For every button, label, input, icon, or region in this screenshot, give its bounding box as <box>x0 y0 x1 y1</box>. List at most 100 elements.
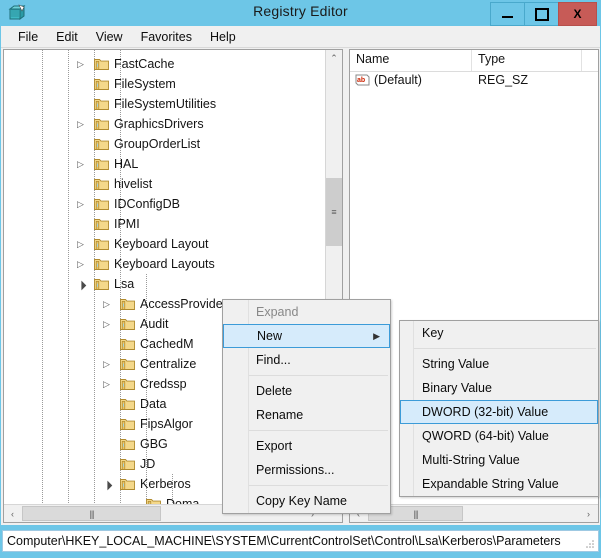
tree-item-label: Lsa <box>114 277 135 291</box>
tree-expand-arrow-icon[interactable]: ▷ <box>77 239 87 249</box>
tree-expand-arrow-icon[interactable]: ▷ <box>103 359 113 369</box>
tree-expand-arrow-icon[interactable]: ▷ <box>103 299 113 309</box>
column-header-name[interactable]: Name <box>350 50 472 71</box>
scroll-up-button[interactable]: ⌃ <box>326 50 342 67</box>
status-bar: Computer\HKEY_LOCAL_MACHINE\SYSTEM\Curre… <box>2 530 599 552</box>
menu-edit[interactable]: Edit <box>47 28 87 46</box>
menu-separator <box>249 430 388 431</box>
tree-item-label: AccessProviders <box>140 297 234 311</box>
folder-icon <box>94 117 109 130</box>
folder-icon <box>94 257 109 270</box>
context-menu-item-delete[interactable]: Delete <box>223 379 390 403</box>
tree-scroll-thumb[interactable]: ≡ <box>326 178 342 246</box>
client-area: ▷ FastCache FileSystem FileSystemUtilities ▷… <box>1 48 600 525</box>
folder-icon <box>94 277 109 290</box>
context-menu-item-copy-key-name[interactable]: Copy Key Name <box>223 489 390 513</box>
context-menu-item-permissions[interactable]: Permissions... <box>223 458 390 482</box>
tree-item-label: JD <box>140 457 156 471</box>
submenu-item-dword-32bit-value[interactable]: DWORD (32-bit) Value <box>400 400 598 424</box>
tree-item-filesystemutilities[interactable]: FileSystemUtilities <box>4 94 326 114</box>
tree-item-label: Kerberos <box>140 477 191 491</box>
value-name-cell: (Default) <box>374 73 422 87</box>
tree-expand-arrow-icon[interactable]: ▷ <box>103 319 113 329</box>
tree-item-graphicsdrivers[interactable]: ▷ GraphicsDrivers <box>4 114 326 134</box>
submenu-item-binary-value[interactable]: Binary Value <box>400 376 598 400</box>
context-menu-item-find[interactable]: Find... <box>223 348 390 372</box>
new-submenu: Key String Value Binary Value DWORD (32-… <box>399 320 599 497</box>
tree-expand-arrow-icon[interactable]: ▷ <box>77 159 87 169</box>
tree-item-fastcache[interactable]: ▷ FastCache <box>4 54 326 74</box>
context-menu-item-expand: Expand <box>256 305 299 319</box>
context-menu-item-export[interactable]: Export <box>223 434 390 458</box>
submenu-item-string-value[interactable]: String Value <box>400 352 598 376</box>
menu-separator <box>414 348 596 349</box>
tree-item-label: Keyboard Layout <box>114 237 209 251</box>
tree-item-grouporderlist[interactable]: GroupOrderList <box>4 134 326 154</box>
folder-icon <box>94 237 109 250</box>
tree-collapse-arrow-icon[interactable]: ◢ <box>101 477 115 491</box>
menu-favorites[interactable]: Favorites <box>132 28 201 46</box>
svg-text:ab: ab <box>357 77 365 84</box>
tree-item-idconfigdb[interactable]: ▷ IDConfigDB <box>4 194 326 214</box>
title-bar: Registry Editor X <box>0 0 601 26</box>
column-header-type[interactable]: Type <box>472 50 582 71</box>
tree-expand-arrow-icon[interactable]: ▷ <box>77 59 87 69</box>
scroll-left-button[interactable]: ‹ <box>4 505 21 522</box>
folder-icon <box>94 97 109 110</box>
submenu-item-key[interactable]: Key <box>400 321 598 345</box>
folder-icon <box>94 157 109 170</box>
menu-view[interactable]: View <box>87 28 132 46</box>
folder-icon <box>120 377 135 390</box>
menu-separator <box>249 375 388 376</box>
tree-item-label: IPMI <box>114 217 140 231</box>
close-button[interactable]: X <box>558 2 597 26</box>
tree-expand-arrow-icon[interactable]: ▷ <box>77 259 87 269</box>
tree-expand-arrow-icon[interactable]: ▷ <box>103 379 113 389</box>
folder-icon <box>94 217 109 230</box>
registry-path: Computer\HKEY_LOCAL_MACHINE\SYSTEM\Curre… <box>7 534 561 548</box>
tree-item-ipmi[interactable]: IPMI <box>4 214 326 234</box>
tree-item-label: FastCache <box>114 57 175 71</box>
list-scroll-right-button[interactable]: › <box>580 505 597 522</box>
context-menu-item-rename[interactable]: Rename <box>223 403 390 427</box>
values-list-header: Name Type <box>350 50 598 72</box>
submenu-item-expandable-string-value[interactable]: Expandable String Value <box>400 472 598 496</box>
tree-item-keyboard-layout[interactable]: ▷ Keyboard Layout <box>4 234 326 254</box>
tree-item-hal[interactable]: ▷ HAL <box>4 154 326 174</box>
tree-item-label: FileSystemUtilities <box>114 97 217 111</box>
menu-help[interactable]: Help <box>201 28 245 46</box>
tree-item-filesystem[interactable]: FileSystem <box>4 74 326 94</box>
table-row[interactable]: ab (Default) REG_SZ <box>350 71 598 91</box>
folder-icon <box>94 137 109 150</box>
tree-item-lsa[interactable]: ◢ Lsa <box>4 274 326 294</box>
tree-item-keyboard-layouts[interactable]: ▷ Keyboard Layouts <box>4 254 326 274</box>
context-menu-item-new[interactable]: New ▶ <box>223 324 390 348</box>
resize-grip-icon <box>585 538 595 548</box>
context-menu: Expand New ▶ Find... Delete Rename Expor… <box>222 299 391 514</box>
folder-icon <box>120 317 135 330</box>
window-controls: X <box>490 2 597 26</box>
tree-expand-arrow-icon[interactable]: ▷ <box>77 199 87 209</box>
folder-icon <box>120 297 135 310</box>
maximize-button[interactable] <box>524 2 559 26</box>
menu-bar: File Edit View Favorites Help <box>1 26 600 48</box>
menu-separator <box>249 485 388 486</box>
minimize-button[interactable] <box>490 2 525 26</box>
folder-icon <box>94 177 109 190</box>
submenu-item-qword-64bit-value[interactable]: QWORD (64-bit) Value <box>400 424 598 448</box>
tree-hscroll-thumb[interactable]: ||| <box>22 506 161 521</box>
tree-item-label: IDConfigDB <box>114 197 180 211</box>
folder-icon <box>120 417 135 430</box>
tree-item-label: Keyboard Layouts <box>114 257 215 271</box>
folder-icon <box>120 397 135 410</box>
tree-item-label: HAL <box>114 157 139 171</box>
submenu-item-multi-string-value[interactable]: Multi-String Value <box>400 448 598 472</box>
tree-item-hivelist[interactable]: hivelist <box>4 174 326 194</box>
menu-file[interactable]: File <box>9 28 47 46</box>
tree-item-label: Data <box>140 397 167 411</box>
chevron-right-icon: ▶ <box>373 331 380 341</box>
tree-collapse-arrow-icon[interactable]: ◢ <box>75 277 89 291</box>
folder-icon <box>120 357 135 370</box>
tree-expand-arrow-icon[interactable]: ▷ <box>77 119 87 129</box>
ab-string-value-icon: ab <box>355 74 370 87</box>
